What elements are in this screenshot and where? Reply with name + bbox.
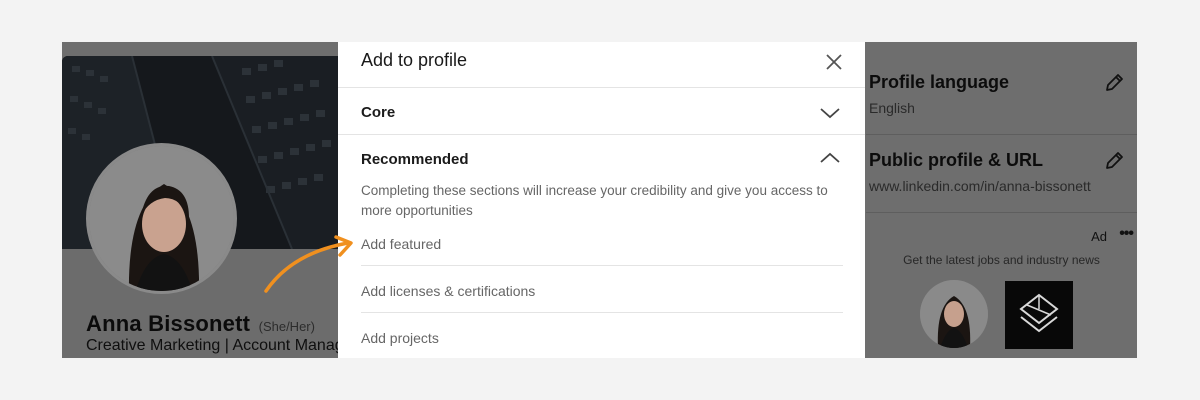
modal-title: Add to profile: [361, 50, 468, 70]
profile-headline: Creative Marketing | Account Manag: [86, 337, 338, 354]
modal-divider: [338, 87, 865, 88]
more-icon[interactable]: •••: [1119, 225, 1134, 243]
option-add-projects[interactable]: Add projects: [361, 330, 439, 346]
screenshot-stage: Anna Bissonett (She/Her) Creative Market…: [0, 0, 1200, 400]
ad-text: Get the latest jobs and industry news: [903, 253, 1100, 267]
pencil-icon[interactable]: [1103, 72, 1125, 94]
annotation-arrow-icon: [264, 235, 353, 293]
profile-language-title: Profile language: [869, 72, 1010, 92]
option-add-licenses[interactable]: Add licenses & certifications: [361, 283, 535, 299]
ad-avatar: [920, 280, 988, 348]
option-divider: [361, 312, 843, 313]
option-divider: [361, 265, 843, 266]
ad-company-logo[interactable]: [1005, 281, 1073, 349]
profile-name-row: Anna Bissonett (She/Her): [86, 311, 315, 337]
pencil-icon[interactable]: [1103, 150, 1125, 172]
sidebar-divider: [866, 134, 1137, 135]
profile-avatar[interactable]: [86, 143, 237, 294]
sidebar-divider: [866, 212, 1137, 213]
profile-card: Anna Bissonett (She/Her) Creative Market…: [62, 56, 338, 358]
profile-language-value: English: [869, 100, 915, 116]
profile-language-section: Profile language English: [866, 72, 1137, 116]
option-add-featured[interactable]: Add featured: [361, 236, 441, 252]
section-core[interactable]: Core: [361, 104, 395, 121]
modal-divider: [338, 134, 865, 135]
add-to-profile-modal: Add to profile Core Recommended Completi…: [338, 42, 865, 358]
close-icon[interactable]: [824, 52, 844, 72]
chevron-down-icon[interactable]: [819, 106, 841, 120]
ad-box: Ad ••• Get the latest jobs and industry …: [866, 220, 1137, 358]
public-profile-title: Public profile & URL: [869, 150, 1044, 170]
profile-name: Anna Bissonett: [86, 311, 251, 336]
public-profile-section: Public profile & URL www.linkedin.com/in…: [866, 150, 1137, 194]
public-profile-url: www.linkedin.com/in/anna-bissonett: [869, 178, 1091, 194]
recommended-description: Completing these sections will increase …: [361, 183, 828, 218]
section-recommended[interactable]: Recommended: [361, 151, 469, 168]
profile-pronouns: (She/Her): [258, 319, 315, 334]
ad-label: Ad: [1091, 229, 1107, 244]
right-sidebar: Profile language English Public profile …: [866, 42, 1137, 358]
chevron-up-icon[interactable]: [819, 151, 841, 165]
